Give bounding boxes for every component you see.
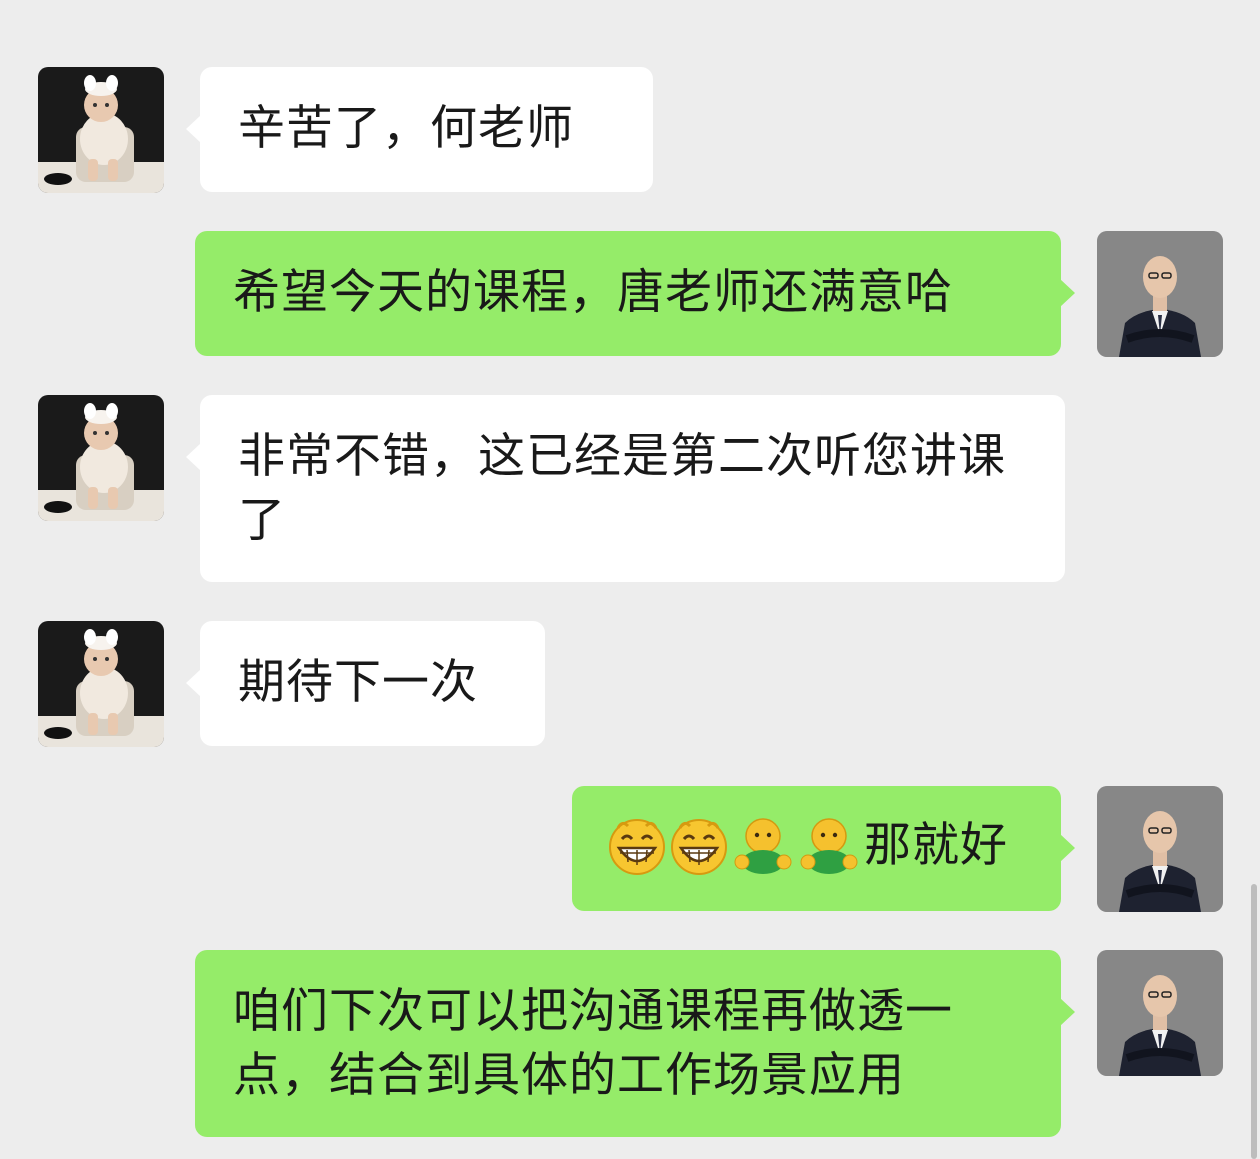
message-text: 期待下一次 [238, 655, 478, 710]
message-bubble-incoming[interactable]: 期待下一次 [186, 621, 545, 746]
emoji-row: 那就好 [608, 814, 1025, 878]
hug-emoji-icon [798, 816, 860, 876]
contact-avatar[interactable] [38, 395, 164, 521]
message-text: 咱们下次可以把沟通课程再做透一点，结合到具体的工作场景应用 [233, 984, 953, 1103]
grin-emoji-icon [608, 816, 666, 876]
chat-message-list[interactable]: 辛苦了，何老师 希望今天的课程，唐老师还满意哈 非常不错，这已经是第二次听您讲课… [0, 0, 1260, 1159]
contact-avatar[interactable] [38, 621, 164, 747]
grin-emoji-icon [670, 816, 728, 876]
message-bubble-incoming[interactable]: 非常不错，这已经是第二次听您讲课了 [186, 395, 1065, 582]
contact-avatar[interactable] [38, 67, 164, 193]
message-text: 那就好 [864, 818, 1008, 873]
self-avatar[interactable] [1097, 950, 1223, 1076]
message-text: 非常不错，这已经是第二次听您讲课了 [238, 429, 1006, 548]
self-avatar[interactable] [1097, 786, 1223, 912]
message-bubble-incoming[interactable]: 辛苦了，何老师 [186, 67, 653, 192]
scrollbar[interactable] [1251, 884, 1257, 1159]
self-avatar[interactable] [1097, 231, 1223, 357]
message-bubble-outgoing[interactable]: 咱们下次可以把沟通课程再做透一点，结合到具体的工作场景应用 [195, 950, 1075, 1137]
message-bubble-outgoing[interactable]: 希望今天的课程，唐老师还满意哈 [195, 231, 1075, 356]
hug-emoji-icon [732, 816, 794, 876]
message-text: 希望今天的课程，唐老师还满意哈 [233, 265, 953, 320]
message-text: 辛苦了，何老师 [238, 101, 574, 156]
message-bubble-outgoing[interactable]: 那就好 [572, 786, 1075, 911]
